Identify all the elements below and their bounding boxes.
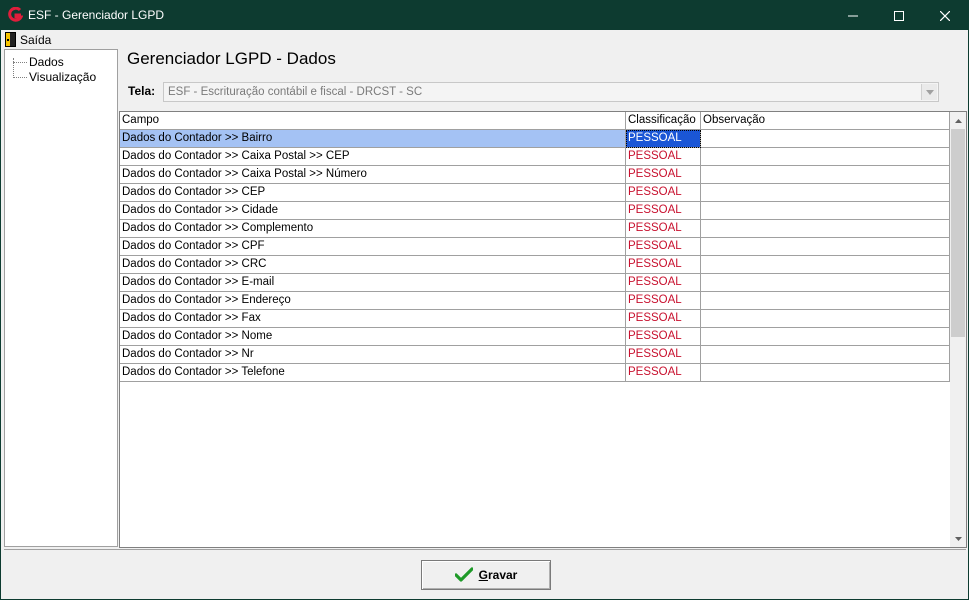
table-row[interactable]: Dados do Contador >> CEP PESSOAL <box>120 184 951 202</box>
save-button-label: Gravar <box>478 568 518 582</box>
cell-observacao[interactable] <box>701 166 950 184</box>
cell-observacao[interactable] <box>701 238 950 256</box>
cell-classificacao[interactable]: PESSOAL <box>626 274 701 292</box>
exit-door-icon <box>5 32 16 47</box>
table-row[interactable]: Dados do Contador >> Cidade PESSOAL <box>120 202 951 220</box>
cell-campo[interactable]: Dados do Contador >> Bairro <box>120 130 626 148</box>
cell-observacao[interactable] <box>701 256 950 274</box>
cell-campo[interactable]: Dados do Contador >> Nr <box>120 346 626 364</box>
table-row[interactable]: Dados do Contador >> Bairro PESSOAL <box>120 130 951 148</box>
scroll-up-button[interactable] <box>950 112 966 129</box>
cell-classificacao[interactable]: PESSOAL <box>626 346 701 364</box>
column-header-classificacao[interactable]: Classificação <box>626 112 701 129</box>
cell-campo[interactable]: Dados do Contador >> Fax <box>120 310 626 328</box>
table-row[interactable]: Dados do Contador >> Telefone PESSOAL <box>120 364 951 382</box>
cell-campo[interactable]: Dados do Contador >> Nome <box>120 328 626 346</box>
cell-classificacao[interactable]: PESSOAL <box>626 292 701 310</box>
cell-campo[interactable]: Dados do Contador >> Caixa Postal >> CEP <box>120 148 626 166</box>
cell-observacao[interactable] <box>701 310 950 328</box>
cell-observacao[interactable] <box>701 346 950 364</box>
cell-observacao[interactable] <box>701 148 950 166</box>
menu-bar: Saída <box>1 30 968 49</box>
tree-item-visualizacao[interactable]: Visualização <box>13 70 96 84</box>
column-header-observacao[interactable]: Observação <box>701 112 950 129</box>
cell-campo[interactable]: Dados do Contador >> Cidade <box>120 202 626 220</box>
table-row[interactable]: Dados do Contador >> Nome PESSOAL <box>120 328 951 346</box>
cell-campo[interactable]: Dados do Contador >> CPF <box>120 238 626 256</box>
cell-classificacao[interactable]: PESSOAL <box>626 202 701 220</box>
table-row[interactable]: Dados do Contador >> CRC PESSOAL <box>120 256 951 274</box>
title-bar[interactable]: ESF - Gerenciador LGPD <box>1 1 968 30</box>
dropdown-button[interactable] <box>921 84 937 100</box>
tree-branch <box>13 61 27 63</box>
close-button[interactable] <box>922 1 968 30</box>
cell-classificacao[interactable]: PESSOAL <box>626 184 701 202</box>
tree-item-dados[interactable]: Dados <box>13 55 64 69</box>
cell-classificacao[interactable]: PESSOAL <box>626 328 701 346</box>
table-row[interactable]: Dados do Contador >> E-mail PESSOAL <box>120 274 951 292</box>
cell-classificacao[interactable]: PESSOAL <box>626 310 701 328</box>
cell-classificacao[interactable]: PESSOAL <box>626 256 701 274</box>
table-row[interactable]: Dados do Contador >> CPF PESSOAL <box>120 238 951 256</box>
cell-campo[interactable]: Dados do Contador >> E-mail <box>120 274 626 292</box>
cell-classificacao[interactable]: PESSOAL <box>626 130 701 148</box>
cell-campo[interactable]: Dados do Contador >> CEP <box>120 184 626 202</box>
table-row[interactable]: Dados do Contador >> Nr PESSOAL <box>120 346 951 364</box>
table-row[interactable]: Dados do Contador >> Fax PESSOAL <box>120 310 951 328</box>
tree-item-label: Dados <box>29 55 64 69</box>
data-grid: Campo Classificação Observação Dados do … <box>119 111 967 548</box>
table-row[interactable]: Dados do Contador >> Complemento PESSOAL <box>120 220 951 238</box>
tree-branch <box>13 76 27 78</box>
window-title: ESF - Gerenciador LGPD <box>28 8 165 22</box>
minimize-button[interactable] <box>830 1 876 30</box>
table-row[interactable]: Dados do Contador >> Caixa Postal >> CEP… <box>120 148 951 166</box>
cell-observacao[interactable] <box>701 274 950 292</box>
cell-classificacao[interactable]: PESSOAL <box>626 148 701 166</box>
cell-campo[interactable]: Dados do Contador >> CRC <box>120 256 626 274</box>
cell-classificacao[interactable]: PESSOAL <box>626 166 701 184</box>
cell-observacao[interactable] <box>701 292 950 310</box>
column-header-campo[interactable]: Campo <box>120 112 626 129</box>
page-title: Gerenciador LGPD - Dados <box>127 49 336 68</box>
tela-select[interactable]: ESF - Escrituração contábil e fiscal - D… <box>163 82 939 102</box>
scroll-thumb[interactable] <box>951 129 965 337</box>
cell-campo[interactable]: Dados do Contador >> Caixa Postal >> Núm… <box>120 166 626 184</box>
chevron-down-icon <box>925 89 934 95</box>
table-row[interactable]: Dados do Contador >> Endereço PESSOAL <box>120 292 951 310</box>
cell-observacao[interactable] <box>701 364 950 382</box>
vertical-scrollbar[interactable] <box>950 112 966 547</box>
tela-select-value: ESF - Escrituração contábil e fiscal - D… <box>168 86 423 98</box>
save-button[interactable]: Gravar <box>421 560 551 590</box>
chevron-down-icon <box>954 536 962 541</box>
cell-classificacao[interactable]: PESSOAL <box>626 238 701 256</box>
checkmark-icon <box>454 567 473 582</box>
minimize-icon <box>848 15 858 16</box>
menu-item-label: Saída <box>20 32 52 47</box>
navigation-tree: Dados Visualização <box>4 49 118 547</box>
cell-campo[interactable]: Dados do Contador >> Complemento <box>120 220 626 238</box>
scroll-down-button[interactable] <box>950 530 966 547</box>
app-window: ESF - Gerenciador LGPD Saída Dados Visua… <box>0 0 969 600</box>
tela-label: Tela: <box>128 84 156 98</box>
cell-observacao[interactable] <box>701 202 950 220</box>
close-icon <box>940 10 950 21</box>
esf-logo-icon <box>8 7 23 22</box>
maximize-button[interactable] <box>876 1 922 30</box>
chevron-up-icon <box>954 118 962 123</box>
grid-header: Campo Classificação Observação <box>120 112 951 130</box>
cell-campo[interactable]: Dados do Contador >> Telefone <box>120 364 626 382</box>
tree-item-label: Visualização <box>29 70 97 84</box>
cell-observacao[interactable] <box>701 130 950 148</box>
menu-item-saida[interactable]: Saída <box>5 31 51 48</box>
cell-classificacao[interactable]: PESSOAL <box>626 364 701 382</box>
cell-classificacao[interactable]: PESSOAL <box>626 220 701 238</box>
cell-observacao[interactable] <box>701 328 950 346</box>
maximize-icon <box>894 10 904 21</box>
table-row[interactable]: Dados do Contador >> Caixa Postal >> Núm… <box>120 166 951 184</box>
cell-observacao[interactable] <box>701 220 950 238</box>
footer-panel: Gravar <box>4 549 966 597</box>
cell-campo[interactable]: Dados do Contador >> Endereço <box>120 292 626 310</box>
cell-observacao[interactable] <box>701 184 950 202</box>
